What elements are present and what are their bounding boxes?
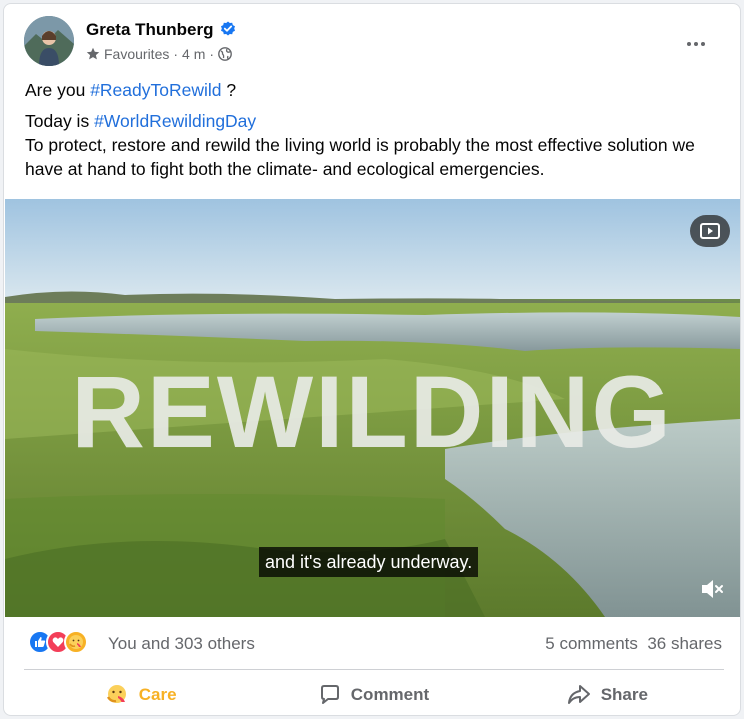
care-button[interactable]: Care bbox=[24, 674, 257, 715]
post-line-3: To protect, restore and rewild the livin… bbox=[25, 135, 695, 179]
engagement-counts: 5 comments 36 shares bbox=[545, 634, 722, 654]
hashtag-link[interactable]: #ReadyToRewild bbox=[90, 80, 221, 100]
author-avatar[interactable] bbox=[24, 16, 74, 66]
comment-label: Comment bbox=[350, 685, 430, 704]
mute-icon bbox=[702, 580, 723, 598]
care-reaction-icon bbox=[64, 630, 88, 654]
mute-button[interactable] bbox=[699, 576, 725, 602]
post-header: Greta Thunberg Favourites · 4 m · bbox=[24, 16, 720, 68]
text-segment: Are you bbox=[25, 80, 91, 100]
star-icon bbox=[86, 47, 100, 60]
post-line-1: Are you #ReadyToRewild ? bbox=[25, 78, 724, 102]
comment-icon bbox=[320, 685, 339, 704]
picture-in-picture-icon bbox=[700, 223, 720, 239]
author-name[interactable]: Greta Thunberg bbox=[86, 20, 236, 40]
actions-divider bbox=[24, 669, 724, 670]
share-icon bbox=[567, 685, 590, 704]
share-label: Share bbox=[600, 685, 648, 704]
verified-badge-icon bbox=[220, 21, 235, 36]
post-actions: Care Comment Share bbox=[24, 674, 724, 715]
globe-icon bbox=[218, 47, 232, 61]
video-overlay-title: REWILDING bbox=[71, 355, 673, 469]
author-name-text[interactable]: Greta Thunberg bbox=[86, 20, 214, 39]
post-time[interactable]: 4 m bbox=[182, 46, 205, 62]
post-stats: You and 303 others 5 comments 36 shares bbox=[4, 618, 740, 668]
share-button[interactable]: Share bbox=[491, 674, 724, 715]
more-dot bbox=[694, 42, 698, 46]
post-meta: Favourites · 4 m · bbox=[86, 46, 232, 62]
post-text: Are you #ReadyToRewild ? Today is #World… bbox=[25, 78, 724, 188]
video-subtitle: and it's already underway. bbox=[259, 547, 479, 577]
shares-count[interactable]: 36 shares bbox=[647, 634, 722, 653]
hashtag-link[interactable]: #WorldRewildingDay bbox=[94, 111, 256, 131]
care-icon bbox=[106, 685, 126, 703]
picture-in-picture-button[interactable] bbox=[690, 215, 730, 247]
meta-separator: · bbox=[173, 46, 179, 62]
more-options-icon bbox=[687, 42, 691, 46]
reactors-count[interactable]: You and 303 others bbox=[108, 634, 255, 654]
reaction-summary[interactable] bbox=[28, 630, 88, 654]
more-options-button[interactable] bbox=[678, 26, 714, 62]
comment-button[interactable]: Comment bbox=[257, 674, 490, 715]
text-segment: Today is bbox=[25, 111, 95, 131]
care-label: Care bbox=[138, 685, 177, 704]
post-line-2: Today is #WorldRewildingDay bbox=[25, 109, 724, 133]
post-card: Greta Thunberg Favourites · 4 m · Are yo… bbox=[3, 3, 741, 716]
audience-label[interactable]: Favourites bbox=[104, 46, 169, 62]
meta-separator: · bbox=[209, 46, 215, 62]
more-dot bbox=[701, 42, 705, 46]
comments-count[interactable]: 5 comments bbox=[545, 634, 638, 653]
text-segment: ? bbox=[221, 80, 237, 100]
